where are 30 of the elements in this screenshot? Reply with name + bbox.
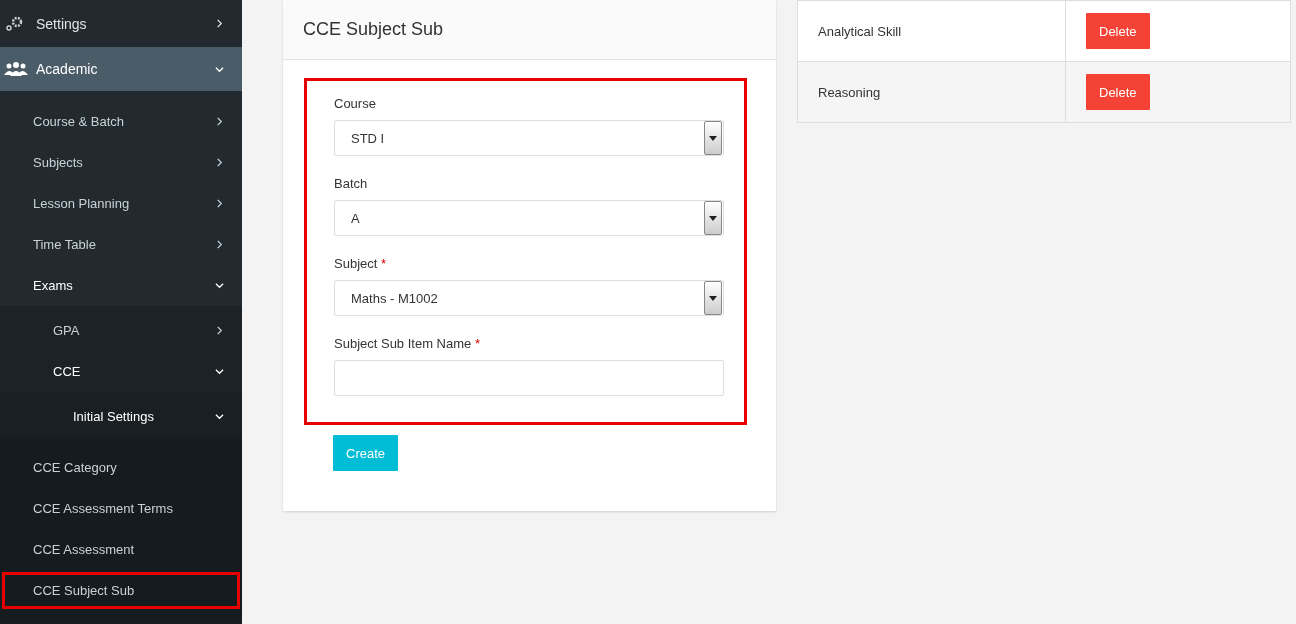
table-cell: Reasoning (797, 61, 1066, 123)
chevron-icon (215, 367, 224, 376)
sidebar-item[interactable]: Settings (0, 0, 242, 47)
delete-button[interactable]: Delete (1086, 13, 1150, 49)
field-label: Course (334, 96, 377, 111)
delete-button[interactable]: Delete (1086, 74, 1150, 110)
users-icon (4, 61, 28, 77)
sidebar-item[interactable]: CCE Subject Sub (0, 570, 242, 611)
input-field[interactable] (334, 360, 724, 396)
chevron-icon (215, 240, 224, 249)
chevron-icon (215, 326, 224, 335)
chevron-icon (215, 19, 224, 28)
select-field[interactable]: STD I (334, 120, 724, 156)
caret-icon (709, 215, 717, 221)
chevron-icon (215, 199, 224, 208)
chevron-icon (215, 64, 224, 74)
chevron-icon (215, 281, 224, 290)
chevron-icon (215, 117, 224, 126)
chevron-icon (215, 412, 224, 421)
sidebar-item[interactable]: Academic (0, 47, 242, 91)
field-label: Subject * (334, 256, 388, 271)
caret-icon (709, 295, 717, 301)
card-title: CCE Subject Sub (303, 19, 444, 40)
chevron-icon (215, 158, 224, 167)
select-field[interactable]: Maths - M1002 (334, 280, 724, 316)
select-field[interactable]: A (334, 200, 724, 236)
caret-icon (709, 135, 717, 141)
table-cell: Analytical Skill (797, 0, 1066, 62)
field-label: Batch (334, 176, 369, 191)
field-label: Subject Sub Item Name * (334, 336, 481, 351)
